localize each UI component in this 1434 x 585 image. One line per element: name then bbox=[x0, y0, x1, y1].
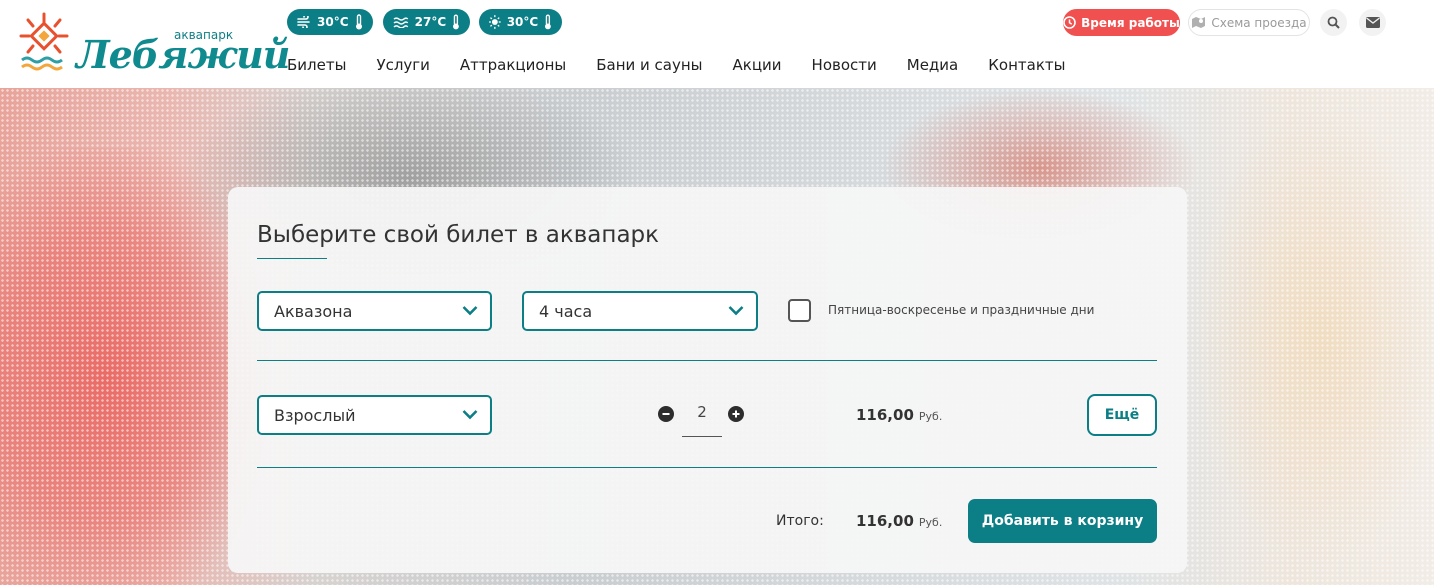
divider bbox=[257, 360, 1157, 361]
duration-select-value: 4 часа bbox=[539, 301, 593, 321]
weekend-checkbox-label: Пятница-воскресенье и праздничные дни bbox=[828, 303, 1095, 317]
ticket-type-select[interactable]: Взрослый bbox=[257, 395, 492, 435]
sun-logo-icon bbox=[19, 12, 69, 71]
water-icon bbox=[393, 17, 409, 28]
site-logo[interactable]: аквапарк Лебяжий bbox=[18, 10, 290, 77]
total-label: Итого: bbox=[776, 513, 824, 529]
working-hours-label: Время работы bbox=[1081, 15, 1180, 30]
ticket-type-value: Взрослый bbox=[274, 405, 356, 425]
chevron-down-icon bbox=[462, 306, 478, 316]
nav-item-promotions[interactable]: Акции bbox=[733, 56, 782, 74]
zone-select[interactable]: Аквазона bbox=[257, 291, 492, 331]
wind-icon bbox=[297, 16, 310, 28]
route-map-label: Схема проезда bbox=[1211, 15, 1307, 30]
thermometer-icon bbox=[355, 14, 362, 30]
sun-icon bbox=[489, 15, 501, 29]
nav-item-contacts[interactable]: Контакты bbox=[988, 56, 1065, 74]
total-price: 116,00 Руб. bbox=[856, 512, 942, 530]
search-button[interactable] bbox=[1320, 9, 1347, 36]
chevron-down-icon bbox=[462, 410, 478, 420]
mail-button[interactable] bbox=[1359, 9, 1386, 36]
add-to-cart-button[interactable]: Добавить в корзину bbox=[968, 499, 1157, 543]
clock-icon bbox=[1063, 16, 1076, 29]
title-underline bbox=[257, 258, 327, 259]
plus-icon bbox=[732, 410, 740, 418]
ticket-booking-card: Выберите свой билет в аквапарк Аквазона … bbox=[228, 187, 1187, 573]
logo-title: Лебяжий bbox=[76, 32, 290, 77]
weather-sun-pill: 30°C bbox=[479, 9, 562, 35]
nav-item-media[interactable]: Медиа bbox=[907, 56, 958, 74]
mail-icon bbox=[1365, 17, 1380, 28]
map-icon bbox=[1192, 17, 1206, 28]
nav-item-services[interactable]: Услуги bbox=[376, 56, 429, 74]
divider bbox=[257, 467, 1157, 468]
route-map-button[interactable]: Схема проезда bbox=[1188, 9, 1310, 36]
quantity-decrement-button[interactable] bbox=[658, 406, 674, 422]
quantity-underline bbox=[682, 436, 722, 437]
thermometer-icon bbox=[545, 14, 552, 30]
nav-item-baths[interactable]: Бани и сауны bbox=[596, 56, 702, 74]
weekend-checkbox[interactable] bbox=[788, 299, 811, 322]
booking-title: Выберите свой билет в аквапарк bbox=[257, 222, 660, 248]
more-button[interactable]: Ещё bbox=[1087, 394, 1157, 436]
weather-air-value: 30°C bbox=[317, 15, 349, 29]
total-price-value: 116,00 bbox=[856, 512, 914, 530]
weather-water-pill: 27°C bbox=[383, 9, 470, 35]
ticket-price-currency: Руб. bbox=[918, 410, 943, 423]
nav-item-news[interactable]: Новости bbox=[812, 56, 877, 74]
nav-item-attractions[interactable]: Аттракционы bbox=[460, 56, 566, 74]
weather-sun-value: 30°C bbox=[506, 15, 539, 29]
duration-select[interactable]: 4 часа bbox=[522, 291, 758, 331]
quantity-value[interactable]: 2 bbox=[682, 403, 722, 421]
weather-air-pill: 30°C bbox=[287, 9, 373, 35]
total-price-currency: Руб. bbox=[918, 516, 943, 529]
search-icon bbox=[1327, 16, 1340, 29]
main-nav: Билеты Услуги Аттракционы Бани и сауны А… bbox=[287, 56, 1095, 74]
zone-select-value: Аквазона bbox=[274, 301, 353, 321]
working-hours-button[interactable]: Время работы bbox=[1063, 9, 1180, 36]
chevron-down-icon bbox=[728, 306, 744, 316]
minus-icon bbox=[662, 413, 670, 415]
quantity-increment-button[interactable] bbox=[728, 406, 744, 422]
ticket-price-value: 116,00 bbox=[856, 406, 914, 424]
nav-item-tickets[interactable]: Билеты bbox=[287, 56, 346, 74]
thermometer-icon bbox=[453, 14, 460, 30]
ticket-price: 116,00 Руб. bbox=[856, 406, 942, 424]
site-header: аквапарк Лебяжий 30°C 27°C 30°C Билеты У… bbox=[0, 0, 1434, 88]
weather-water-value: 27°C bbox=[414, 15, 447, 29]
